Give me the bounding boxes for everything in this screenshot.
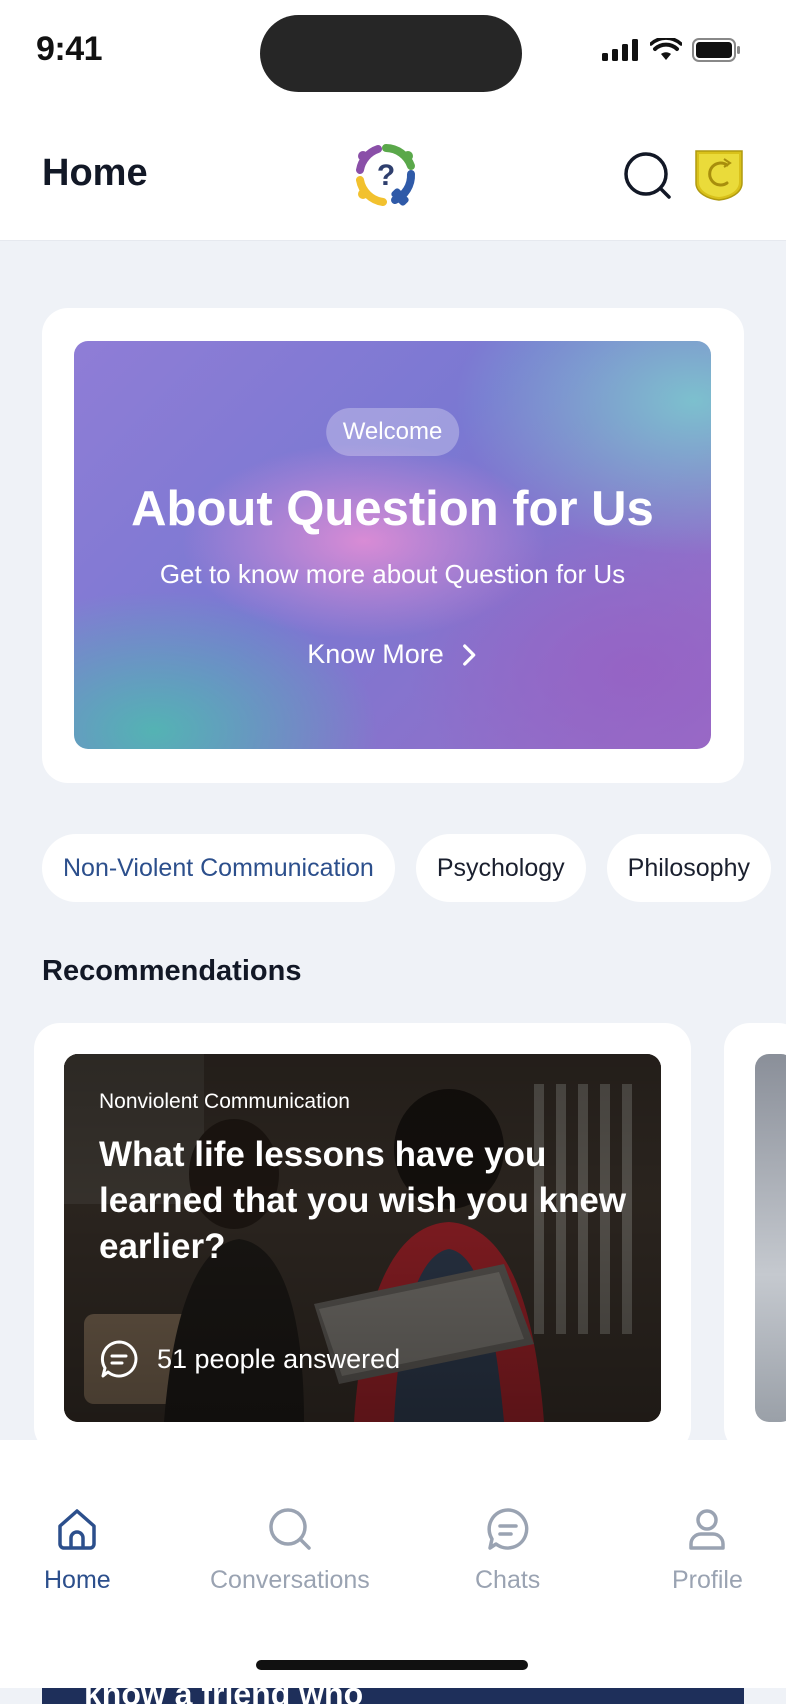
tab-home-label: Home: [44, 1566, 111, 1594]
chip-psychology[interactable]: Psychology: [415, 834, 586, 902]
tab-home[interactable]: Home: [44, 1506, 111, 1595]
hero-card: Welcome About Question for Us Get to kno…: [42, 308, 744, 783]
know-more-label: Know More: [307, 639, 444, 669]
signal-icon: [602, 39, 638, 61]
recommendation-meta: 51 people answered: [99, 1339, 400, 1379]
page-title: Home: [42, 152, 148, 194]
question-mark-logo-icon: ?: [356, 144, 416, 206]
chevron-right-icon: [463, 643, 476, 666]
tab-chats-label: Chats: [475, 1566, 541, 1594]
search-button[interactable]: [622, 150, 674, 202]
recommendation-question: What life lessons have you learned that …: [99, 1135, 627, 1266]
tab-profile-label: Profile: [672, 1566, 743, 1594]
user-icon: [689, 1509, 726, 1550]
recommendation-card[interactable]: Nonviolent Communication What life lesso…: [34, 1023, 691, 1453]
status-bar: 9:41: [0, 0, 786, 106]
tab-chats[interactable]: Chats: [475, 1506, 540, 1595]
welcome-pill: Welcome: [325, 408, 460, 456]
dynamic-island: [260, 15, 522, 92]
answers-count: 51 people answered: [157, 1343, 401, 1374]
tab-conversations-label: Conversations: [210, 1566, 370, 1594]
hero-title: About Question for Us: [131, 482, 654, 536]
home-icon: [58, 1509, 97, 1550]
app-header: Home ?: [0, 106, 786, 241]
recommendation-image-next: [755, 1054, 786, 1422]
status-time: 9:41: [36, 30, 103, 68]
chat-bubble-icon: [487, 1508, 529, 1550]
know-more-button[interactable]: Know More: [307, 639, 478, 670]
hero-banner[interactable]: Welcome About Question for Us Get to kno…: [74, 341, 711, 749]
status-icons: [602, 38, 742, 62]
battery-icon: [692, 38, 740, 62]
chat-bubble-icon: [100, 1340, 138, 1378]
search-icon: [269, 1508, 311, 1550]
chip-non-violent-communication[interactable]: Non-Violent Communication: [42, 834, 395, 902]
hero-subtitle: Get to know more about Question for Us: [159, 559, 626, 589]
recommendation-image: Nonviolent Communication What life lesso…: [64, 1054, 661, 1422]
recommendations-heading: Recommendations: [42, 955, 302, 987]
chip-philosophy[interactable]: Philosophy: [606, 834, 771, 902]
bottom-tab-bar: Home Conversations Chats Profile: [0, 1440, 786, 1688]
tab-conversations[interactable]: Conversations: [210, 1506, 370, 1595]
recommendation-category: Nonviolent Communication: [99, 1090, 350, 1113]
tab-profile[interactable]: Profile: [672, 1506, 743, 1595]
svg-text:?: ?: [377, 159, 395, 192]
category-chips: Non-Violent Communication Psychology Phi…: [42, 834, 771, 902]
home-indicator[interactable]: [256, 1660, 528, 1670]
org-shield-icon[interactable]: [694, 149, 744, 201]
wifi-icon: [650, 38, 682, 60]
peek-content: know a friend who: [42, 1676, 744, 1704]
recommendation-card-next[interactable]: [724, 1023, 786, 1453]
